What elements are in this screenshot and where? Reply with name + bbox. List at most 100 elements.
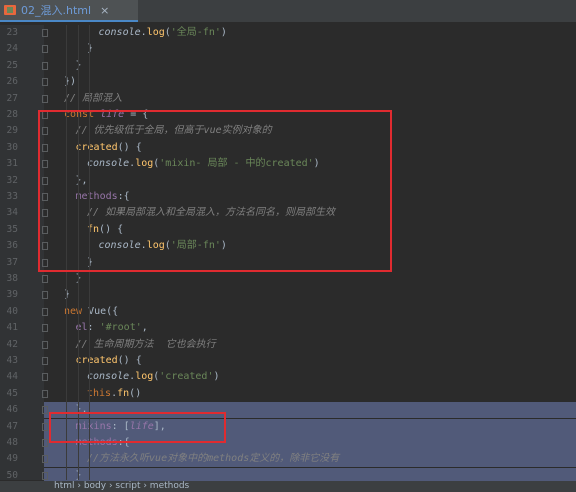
code-token: ) <box>220 27 227 38</box>
code-text: // 局部混入 <box>64 91 122 107</box>
code-token: () <box>129 387 142 399</box>
code-token: created <box>75 355 118 366</box>
code-text: console.log('created') <box>87 369 220 385</box>
code-token: log <box>135 371 154 383</box>
line-number: 37 <box>6 256 18 268</box>
code-text: console.log('全局-fn') <box>99 25 227 41</box>
line-number: 27 <box>6 92 18 104</box>
fold-marker-icon[interactable] <box>42 373 48 382</box>
code-line[interactable]: 40 new Vue({ <box>0 304 576 320</box>
code-text: new Vue({ <box>64 304 118 320</box>
fold-marker-icon[interactable] <box>42 389 48 398</box>
highlight-box-mixins <box>49 412 226 443</box>
fold-marker-icon[interactable] <box>42 307 48 316</box>
code-text: } <box>76 271 82 287</box>
line-number: 28 <box>6 109 18 120</box>
code-token: log <box>146 27 165 38</box>
code-token: 'created' <box>159 371 214 383</box>
fold-marker-icon[interactable] <box>42 61 48 70</box>
code-text: } <box>87 41 93 57</box>
code-text: // 生命周期方法 它也会执行 <box>76 337 216 353</box>
line-number: 23 <box>6 27 18 38</box>
code-line[interactable]: 42 // 生命周期方法 它也会执行 <box>0 337 576 353</box>
code-line[interactable]: 39} <box>0 287 576 303</box>
line-number: 42 <box>6 338 18 350</box>
code-text: } <box>76 58 82 74</box>
fold-marker-icon[interactable] <box>42 406 48 415</box>
fold-marker-icon[interactable] <box>42 422 48 431</box>
fold-marker-icon[interactable] <box>42 78 48 87</box>
code-token: () { <box>117 355 142 366</box>
breadcrumb: html › body › script › methods <box>0 481 576 492</box>
code-token: '#root' <box>99 322 142 334</box>
code-token: // 生命周期方法 它也会执行 <box>75 338 216 350</box>
line-number: 29 <box>6 125 18 137</box>
code-line[interactable]: 45 this.fn() <box>0 386 576 402</box>
fold-marker-icon[interactable] <box>42 291 48 300</box>
line-number: 34 <box>6 207 18 219</box>
code-line[interactable]: 24} <box>0 41 576 57</box>
code-line[interactable]: 43 created() { <box>0 353 576 369</box>
fold-marker-icon[interactable] <box>42 439 48 447</box>
code-text: this.fn() <box>87 386 141 402</box>
code-token: } <box>87 43 94 55</box>
code-token: // 局部混入 <box>64 92 123 104</box>
line-number: 44 <box>6 371 18 383</box>
line-number: 43 <box>6 355 18 366</box>
fold-marker-icon[interactable] <box>42 94 48 103</box>
line-number: 30 <box>6 141 18 153</box>
code-line[interactable]: 44 console.log('created') <box>0 369 576 385</box>
code-line[interactable]: 41 el: '#root', <box>0 320 576 336</box>
file-tab[interactable]: 02_混入.html × <box>0 0 138 22</box>
code-token: console <box>98 27 141 38</box>
line-number: 24 <box>6 43 18 55</box>
fold-marker-icon[interactable] <box>42 455 48 464</box>
code-token: //方法永久听vue对象中的methods定义的，除非它没有 <box>87 453 340 465</box>
code-line[interactable]: 38} <box>0 271 576 287</box>
code-token: } <box>75 59 82 71</box>
line-number: 25 <box>6 59 18 71</box>
line-number: 40 <box>6 305 18 317</box>
line-number: 33 <box>6 191 18 202</box>
code-token: } <box>64 289 71 301</box>
code-token: ) <box>213 371 220 383</box>
code-token: console <box>87 371 130 383</box>
fold-marker-icon[interactable] <box>42 29 48 37</box>
code-token: , <box>141 322 148 334</box>
code-text: el: '#root', <box>76 320 148 336</box>
code-line[interactable]: 26}) <box>0 74 576 90</box>
code-token: } <box>75 469 82 481</box>
fold-marker-icon[interactable] <box>42 357 48 365</box>
line-number: 45 <box>6 387 18 399</box>
code-token: } <box>75 273 82 284</box>
code-text: //方法永久听vue对象中的methods定义的，除非它没有 <box>87 451 339 467</box>
code-line[interactable]: 49 //方法永久听vue对象中的methods定义的，除非它没有 <box>0 451 576 468</box>
line-number: 41 <box>6 322 18 334</box>
line-number: 31 <box>6 158 18 170</box>
line-number: 35 <box>6 223 18 235</box>
code-line[interactable]: 25} <box>0 58 576 74</box>
tab-title: 02_混入.html <box>21 4 92 17</box>
code-token: Vue({ <box>88 305 119 317</box>
fold-marker-icon[interactable] <box>42 45 48 54</box>
code-token: '全局-fn' <box>170 27 221 38</box>
line-number: 39 <box>6 289 18 301</box>
line-number: 47 <box>6 420 18 432</box>
code-token: this <box>87 387 112 399</box>
close-icon[interactable]: × <box>100 4 109 17</box>
highlight-box-life-object <box>38 110 392 272</box>
code-token: new <box>64 305 89 317</box>
code-line[interactable]: 27 // 局部混入 <box>0 91 576 107</box>
fold-marker-icon[interactable] <box>42 324 48 333</box>
line-number: 32 <box>6 174 18 186</box>
html-file-icon <box>4 4 16 16</box>
line-number: 49 <box>6 453 18 465</box>
line-number: 48 <box>6 437 18 448</box>
fold-marker-icon[interactable] <box>42 340 48 349</box>
fold-marker-icon[interactable] <box>42 275 48 283</box>
code-text: created() { <box>76 353 142 369</box>
fold-marker-icon[interactable] <box>42 471 48 480</box>
line-number: 38 <box>6 273 18 284</box>
line-number: 26 <box>6 76 18 88</box>
code-line[interactable]: 23 console.log('全局-fn') <box>0 25 576 41</box>
